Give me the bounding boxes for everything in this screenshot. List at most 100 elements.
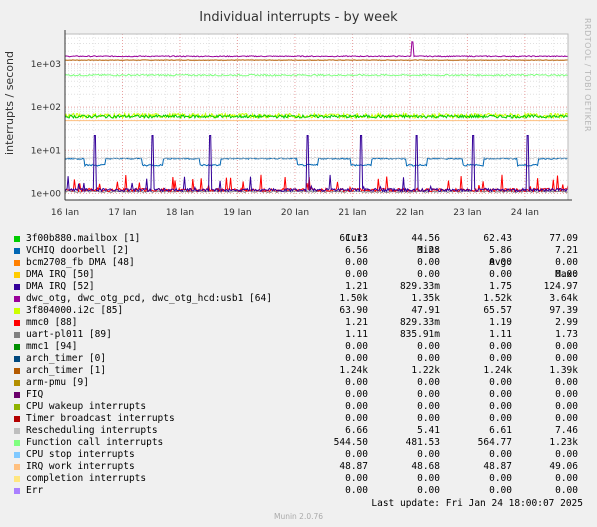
y-tick-label: 1e+00 [31,189,62,199]
legend-max: 0.00 [555,269,578,280]
y-tick-label: 1e+01 [31,146,61,156]
legend-cur: 0.00 [345,473,368,484]
legend-name: Rescheduling interrupts [26,425,158,436]
legend-cur: 544.50 [333,437,368,448]
x-tick-label: 17 Jan [108,208,136,215]
legend-avg: 62.43 [483,233,512,244]
legend-avg: 0.00 [489,341,512,352]
legend-avg: 0.00 [489,413,512,424]
legend-avg: 0.00 [489,353,512,364]
legend-avg: 1.19 [489,317,512,328]
legend-cur: 1.11 [345,329,368,340]
legend-swatch [14,416,20,422]
legend-avg: 48.87 [483,461,512,472]
legend-swatch [14,284,20,290]
x-tick-label: 22 Jan [396,208,424,215]
legend-cur: 0.00 [345,269,368,280]
legend-avg: 0.00 [489,389,512,400]
munin-footer: Munin 2.0.76 [273,512,324,521]
x-tick-label: 23 Jan [453,208,481,215]
legend-swatch [14,320,20,326]
legend-min: 829.33m [399,317,440,328]
legend-max: 124.97 [543,281,578,292]
legend-avg: 0.00 [489,269,512,280]
legend-swatch [14,440,20,446]
legend-row: arch_timer [1] 1.24k 1.22k 1.24k 1.39k [12,365,592,377]
legend-min: 44.56 [411,233,440,244]
legend-row: DMA IRQ [52] 1.21 829.33m 1.75 124.97 [12,281,592,293]
legend-name: CPU stop interrupts [26,449,135,460]
legend-cur: 0.00 [345,485,368,496]
x-tick-label: 16 Jan [51,208,79,215]
legend-swatch [14,248,20,254]
legend-min: 0.00 [417,341,440,352]
legend-cur: 6.56 [345,245,368,256]
legend-avg: 1.11 [489,329,512,340]
legend-row: arch_timer [0] 0.00 0.00 0.00 0.00 [12,353,592,365]
legend-cur: 0.00 [345,449,368,460]
legend-swatch [14,476,20,482]
x-tick-label: 24 Jan [511,208,539,215]
legend-swatch [14,392,20,398]
legend-max: 1.73 [555,329,578,340]
legend-swatch [14,308,20,314]
legend-min: 481.53 [405,437,440,448]
legend-row: FIQ 0.00 0.00 0.00 0.00 [12,389,592,401]
legend-min: 48.68 [411,461,440,472]
legend-row: Rescheduling interrupts 6.66 5.41 6.61 7.46 [12,425,592,437]
legend-row: dwc_otg, dwc_otg_pcd, dwc_otg_hcd:usb1 [… [12,293,592,305]
legend-row: mmc0 [88] 1.21 829.33m 1.19 2.99 [12,317,592,329]
legend-avg: 1.24k [483,365,512,376]
legend-cur: 0.00 [345,353,368,364]
legend-swatch [14,296,20,302]
legend-rows: 3f00b880.mailbox [1] 61.13 44.56 62.43 77.09… [12,233,592,497]
legend-max: 0.00 [555,341,578,352]
legend-min: 3.28 [417,245,440,256]
legend-max: 0.00 [555,377,578,388]
legend-max: 1.23k [549,437,578,448]
legend-row: Function call interrupts 544.50 481.53 564.… [12,437,592,449]
legend-max: 97.39 [549,305,578,316]
legend-min: 0.00 [417,473,440,484]
legend-swatch [14,260,20,266]
legend-avg: 6.61 [489,425,512,436]
legend-cur: 1.21 [345,317,368,328]
legend-cur: 48.87 [339,461,368,472]
legend-name: arm-pmu [9] [26,377,89,388]
legend-cur: 0.00 [345,413,368,424]
legend-row: arm-pmu [9] 0.00 0.00 0.00 0.00 [12,377,592,389]
legend-row: 3f00b880.mailbox [1] 61.13 44.56 62.43 77.09 [12,233,592,245]
legend-max: 49.06 [549,461,578,472]
legend-row: 3f804000.i2c [85] 63.90 47.91 65.57 97.39 [12,305,592,317]
legend-name: DMA IRQ [52] [26,281,95,292]
legend-max: 1.39k [549,365,578,376]
legend-row: Err 0.00 0.00 0.00 0.00 [12,485,592,497]
legend-name: Timer broadcast interrupts [26,413,175,424]
legend-swatch [14,428,20,434]
legend-row: mmc1 [94] 0.00 0.00 0.00 0.00 [12,341,592,353]
legend-min: 0.00 [417,485,440,496]
legend-swatch [14,464,20,470]
legend-name: arch_timer [0] [26,353,107,364]
legend-name: DMA IRQ [50] [26,269,95,280]
legend-avg: 0.00 [489,449,512,460]
legend-max: 0.00 [555,413,578,424]
legend-row: DMA IRQ [50] 0.00 0.00 0.00 0.00 [12,269,592,281]
y-tick-label: 1e+02 [31,103,61,113]
legend-name: IRQ work interrupts [26,461,135,472]
legend-avg: 0.00 [489,257,512,268]
legend-min: 0.00 [417,257,440,268]
legend-min: 0.00 [417,353,440,364]
legend-avg: 564.77 [477,437,512,448]
y-tick-label: 1e+03 [31,60,61,70]
legend-avg: 5.86 [489,245,512,256]
legend-name: completion interrupts [26,473,147,484]
legend-row: Timer broadcast interrupts 0.00 0.00 0.00 0.… [12,413,592,425]
legend-swatch [14,236,20,242]
legend-row: CPU stop interrupts 0.00 0.00 0.00 0.00 [12,449,592,461]
legend-cur: 1.21 [345,281,368,292]
legend-min: 0.00 [417,269,440,280]
legend-swatch [14,368,20,374]
legend-name: 3f804000.i2c [85] [26,305,124,316]
legend-max: 7.46 [555,425,578,436]
